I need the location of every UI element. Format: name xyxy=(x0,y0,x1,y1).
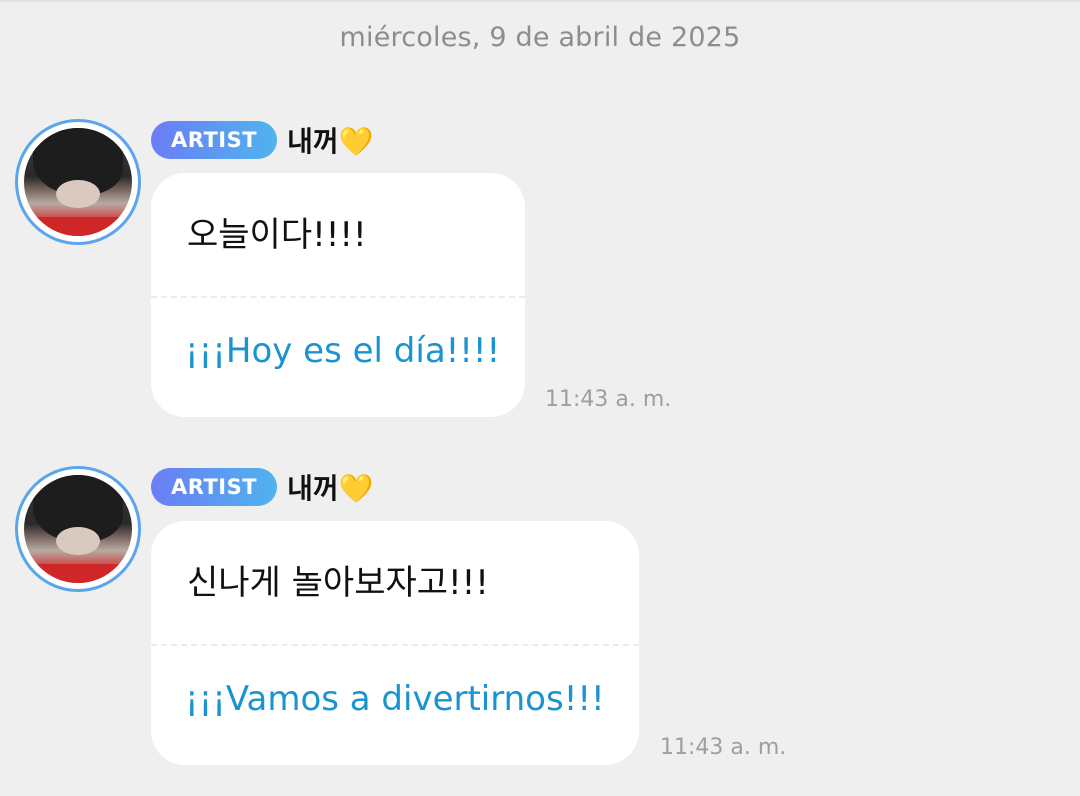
avatar[interactable] xyxy=(15,466,141,592)
avatar[interactable] xyxy=(15,119,141,245)
avatar-photo xyxy=(24,128,132,236)
top-divider xyxy=(0,0,1080,2)
message-bubble[interactable]: 오늘이다!!!! ¡¡¡Hoy es el día!!!! xyxy=(151,173,525,417)
translation-text: ¡¡¡Vamos a divertirnos!!! xyxy=(185,679,605,719)
original-text: 신나게 놀아보자고!!! xyxy=(187,563,489,603)
author-row: ARTIST 내꺼💛 xyxy=(151,120,373,160)
translation-divider xyxy=(151,296,525,298)
artist-badge: ARTIST xyxy=(151,468,278,506)
avatar-photo xyxy=(24,475,132,583)
artist-badge: ARTIST xyxy=(151,121,278,159)
author-name: 내꺼💛 xyxy=(287,125,374,158)
original-text: 오늘이다!!!! xyxy=(187,215,367,255)
author-name: 내꺼💛 xyxy=(287,472,374,505)
message-bubble[interactable]: 신나게 놀아보자고!!! ¡¡¡Vamos a divertirnos!!! xyxy=(151,521,639,765)
date-separator: miércoles, 9 de abril de 2025 xyxy=(339,22,741,53)
message-timestamp: 11:43 a. m. xyxy=(545,387,672,412)
message-timestamp: 11:43 a. m. xyxy=(660,735,787,760)
translation-text: ¡¡¡Hoy es el día!!!! xyxy=(185,331,501,371)
author-row: ARTIST 내꺼💛 xyxy=(151,467,373,507)
translation-divider xyxy=(151,644,639,646)
